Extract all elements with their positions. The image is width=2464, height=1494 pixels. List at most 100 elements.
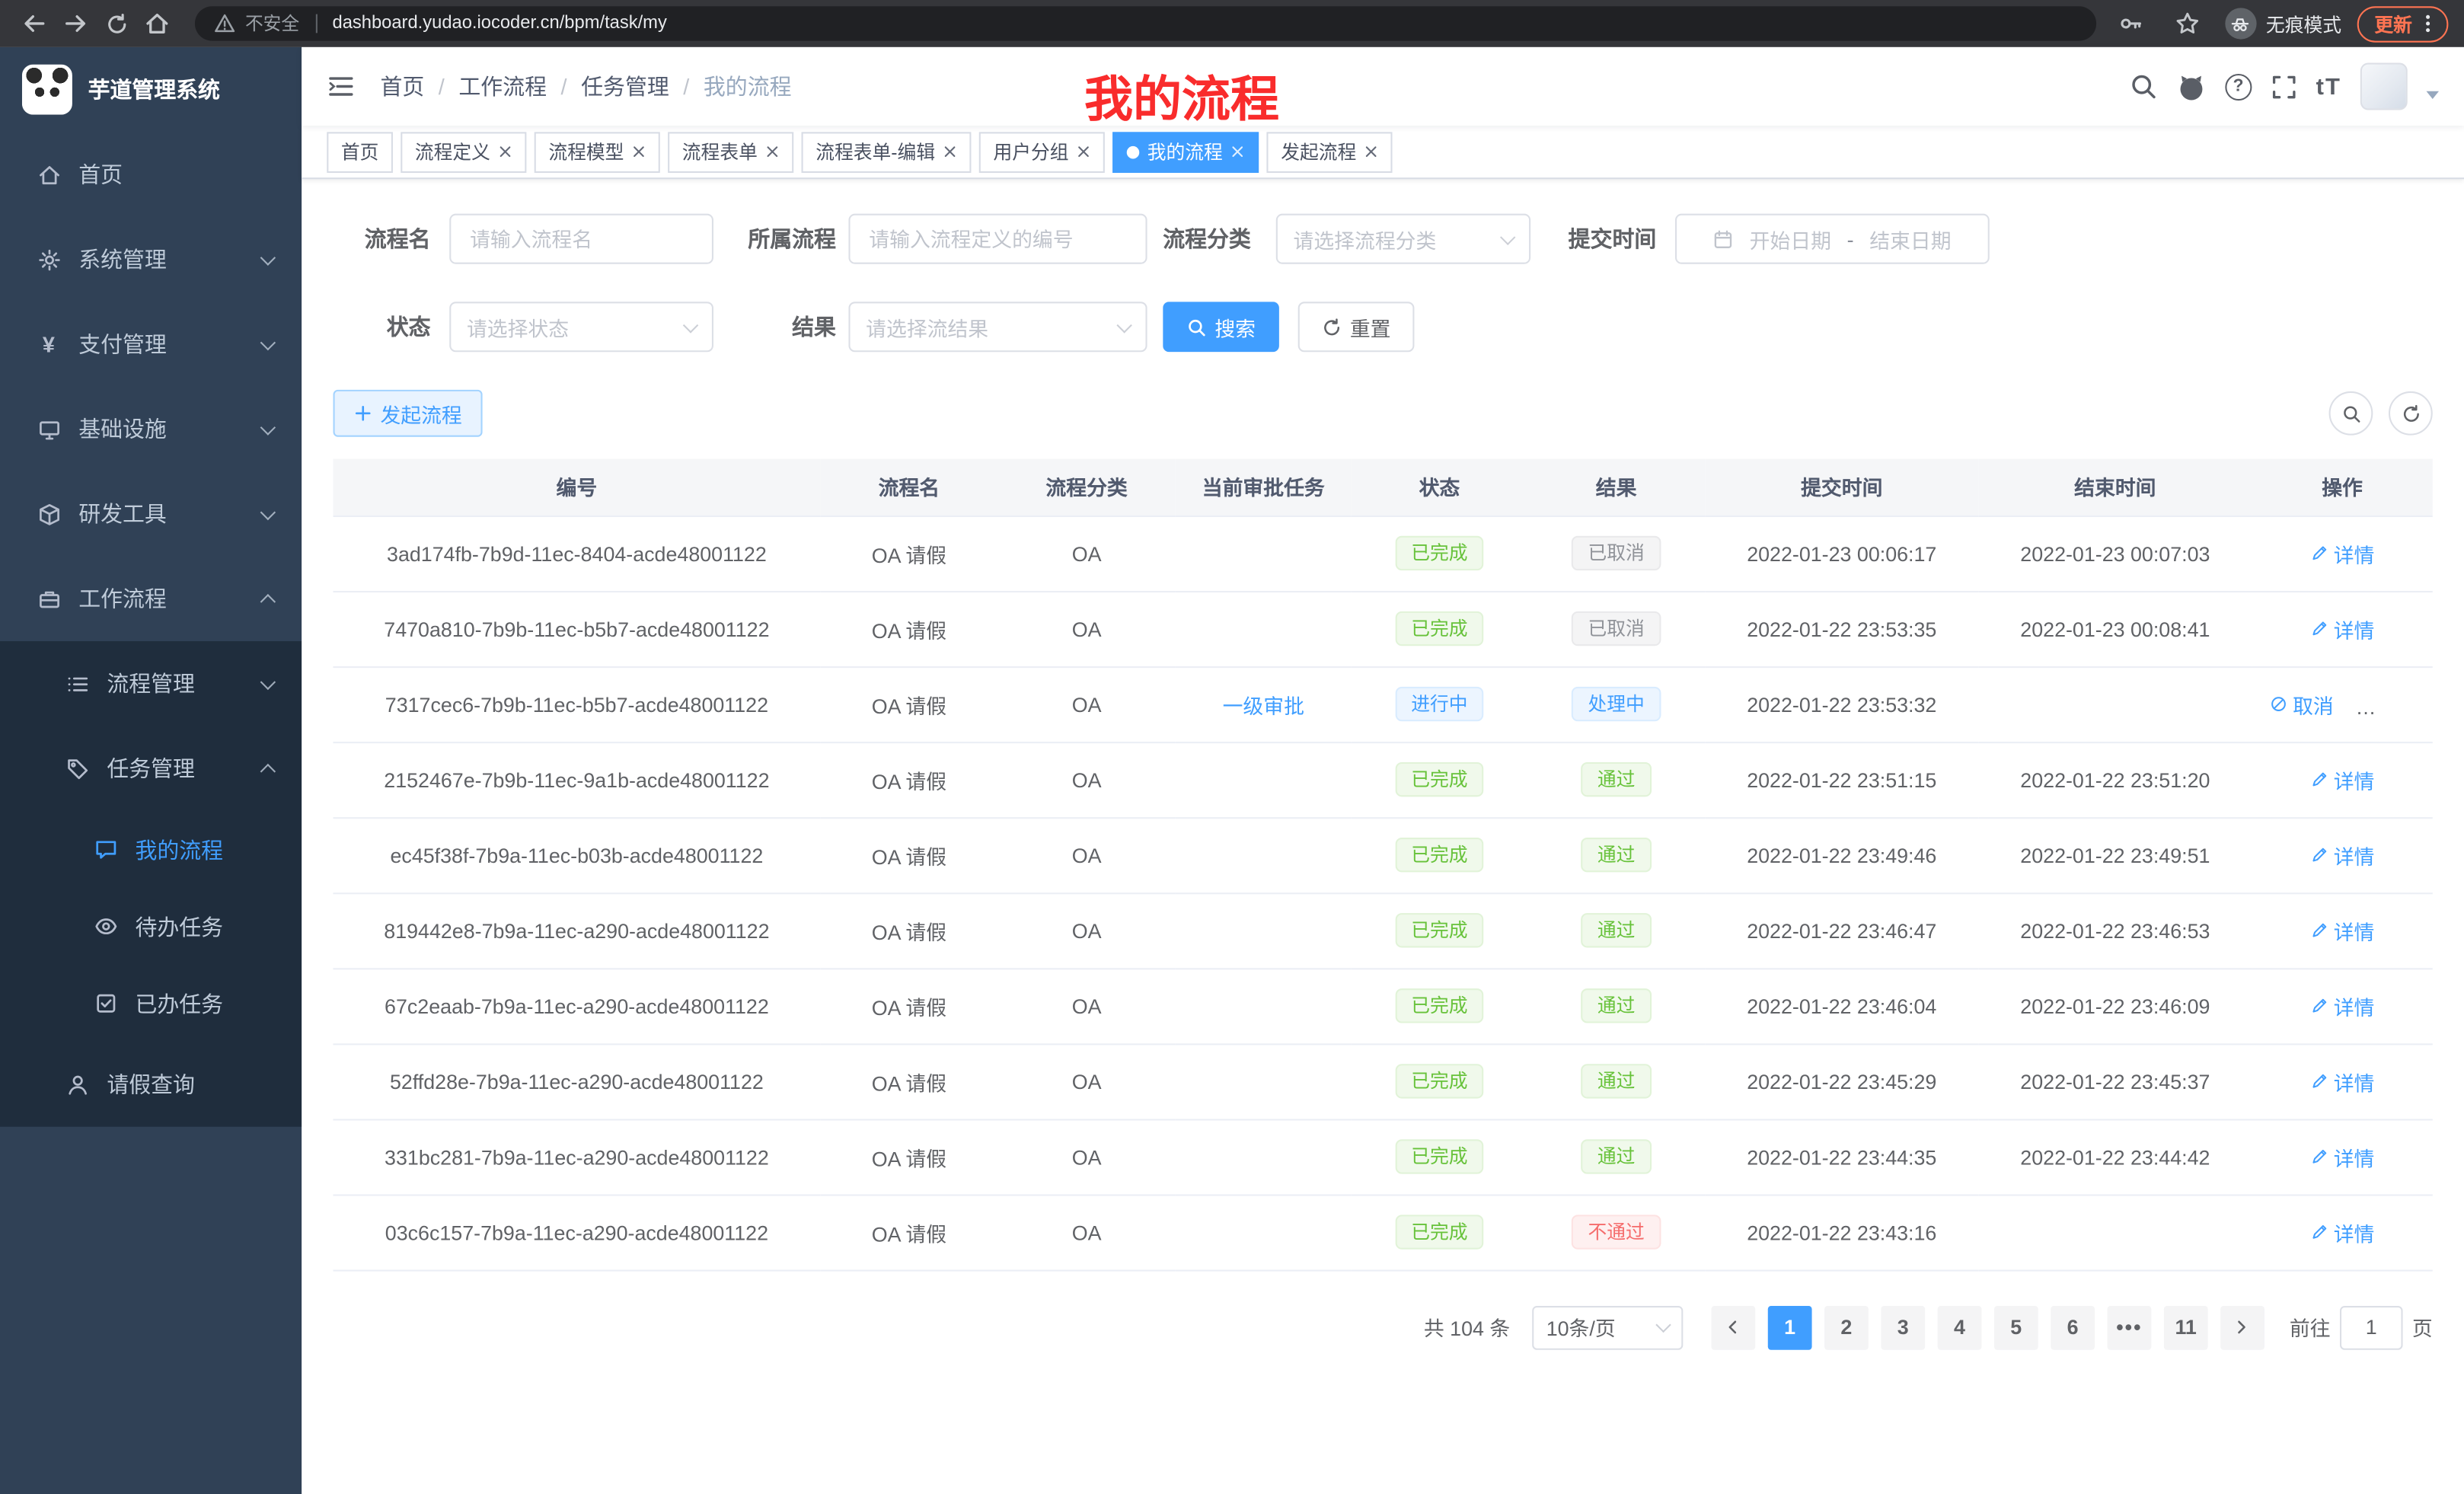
category-select[interactable]: 请选择流程分类 <box>1276 214 1530 264</box>
sidebar-item-devtools[interactable]: 研发工具 <box>0 471 302 556</box>
close-icon[interactable] <box>1077 145 1091 159</box>
sidebar-item-process-mgmt[interactable]: 流程管理 <box>0 641 302 726</box>
sidebar-item-workflow[interactable]: 工作流程 <box>0 557 302 641</box>
tab-process-form-edit[interactable]: 流程表单-编辑 <box>802 131 972 172</box>
reload-icon[interactable] <box>97 5 136 43</box>
caret-down-icon[interactable] <box>2427 91 2440 98</box>
status-select[interactable]: 请选择状态 <box>449 302 713 352</box>
detail-link[interactable]: 详情 <box>2310 614 2375 643</box>
detail-link[interactable]: 详情 <box>2310 991 2375 1020</box>
process-name-input[interactable] <box>449 214 713 264</box>
page-2[interactable]: 2 <box>1824 1305 1869 1349</box>
page-6[interactable]: 6 <box>2051 1305 2095 1349</box>
key-icon[interactable] <box>2112 5 2150 43</box>
tab-start-process[interactable]: 发起流程 <box>1267 131 1393 172</box>
cell-task <box>1176 968 1352 1043</box>
start-process-button[interactable]: 发起流程 <box>334 390 483 437</box>
close-icon[interactable] <box>943 145 957 159</box>
sidebar-item-leave-query[interactable]: 请假查询 <box>0 1042 302 1126</box>
status-tag: 已完成 <box>1396 988 1484 1023</box>
github-icon[interactable] <box>2176 72 2206 101</box>
update-button[interactable]: 更新 <box>2357 5 2449 41</box>
col-result: 结果 <box>1527 459 1705 516</box>
breadcrumb-task-mgmt[interactable]: 任务管理 <box>581 71 669 102</box>
reset-button[interactable]: 重置 <box>1298 302 1415 352</box>
detail-link[interactable]: 详情 <box>2310 1141 2375 1171</box>
table-header-row: 编号 流程名 流程分类 当前审批任务 状态 结果 提交时间 结束时间 操作 <box>334 459 2433 516</box>
cell-id: ec45f38f-7b9a-11ec-b03b-acde48001122 <box>334 817 821 892</box>
sidebar-item-payment[interactable]: ¥ 支付管理 <box>0 302 302 386</box>
table-row: 331bc281-7b9a-11ec-a290-acde48001122 OA … <box>334 1119 2433 1194</box>
cell-end-time: 2022-01-22 23:46:53 <box>1978 892 2252 968</box>
fullscreen-icon[interactable] <box>2271 73 2297 100</box>
tab-process-definition[interactable]: 流程定义 <box>401 131 526 172</box>
font-size-icon[interactable]: tT <box>2316 73 2341 100</box>
current-task-link[interactable]: 一级审批 <box>1223 694 1304 717</box>
detail-link[interactable]: 详情 <box>2310 765 2375 794</box>
sidebar: 芋道管理系统 首页 系统管理 ¥ 支付管 <box>0 47 302 1494</box>
detail-link[interactable]: 详情 <box>2310 1066 2375 1096</box>
close-icon[interactable] <box>765 145 780 159</box>
sidebar-item-system[interactable]: 系统管理 <box>0 217 302 302</box>
tab-my-process[interactable]: 我的流程 <box>1112 131 1259 172</box>
home-icon[interactable] <box>139 5 177 43</box>
close-icon[interactable] <box>632 145 646 159</box>
cell-id: 7317cec6-7b9b-11ec-b5b7-acde48001122 <box>334 666 821 742</box>
cell-category: OA <box>998 1194 1176 1269</box>
menu-fold-icon[interactable] <box>327 72 355 101</box>
tab-home[interactable]: 首页 <box>327 131 393 172</box>
page-4[interactable]: 4 <box>1938 1305 1982 1349</box>
tab-user-group[interactable]: 用户分组 <box>979 131 1105 172</box>
detail-link[interactable]: 详情 <box>2310 840 2375 870</box>
sidebar-item-my-process[interactable]: 我的流程 <box>0 811 302 888</box>
app-logo-link[interactable]: 芋道管理系统 <box>0 47 302 132</box>
cell-task <box>1176 1194 1352 1269</box>
cell-id: 67c2eaab-7b9a-11ec-a290-acde48001122 <box>334 968 821 1043</box>
briefcase-icon <box>34 587 62 611</box>
date-range-picker[interactable]: 开始日期 - 结束日期 <box>1675 214 1990 264</box>
sidebar-item-task-mgmt[interactable]: 任务管理 <box>0 726 302 810</box>
tab-process-form[interactable]: 流程表单 <box>668 131 793 172</box>
search-icon[interactable] <box>2129 72 2157 101</box>
back-icon[interactable] <box>16 5 54 43</box>
process-definition-input[interactable] <box>848 214 1147 264</box>
breadcrumb-home[interactable]: 首页 <box>380 71 424 102</box>
page-3[interactable]: 3 <box>1881 1305 1925 1349</box>
page-5[interactable]: 5 <box>1994 1305 2038 1349</box>
cell-task <box>1176 892 1352 968</box>
tab-process-model[interactable]: 流程模型 <box>535 131 660 172</box>
sidebar-item-infrastructure[interactable]: 基础设施 <box>0 387 302 471</box>
chevron-down-icon <box>260 674 276 689</box>
close-icon[interactable] <box>498 145 512 159</box>
breadcrumb-workflow[interactable]: 工作流程 <box>458 71 547 102</box>
forward-icon[interactable] <box>56 5 94 43</box>
cell-category: OA <box>998 817 1176 892</box>
result-select[interactable]: 请选择流结果 <box>848 302 1147 352</box>
sidebar-item-home[interactable]: 首页 <box>0 132 302 216</box>
refresh-button[interactable] <box>2389 391 2433 436</box>
more-pages-button[interactable]: ••• <box>2107 1305 2151 1349</box>
close-icon[interactable] <box>1230 145 1245 159</box>
page-11[interactable]: 11 <box>2164 1305 2208 1349</box>
help-icon[interactable]: ? <box>2225 73 2252 100</box>
detail-link[interactable]: 详情 <box>2310 538 2375 568</box>
sidebar-item-done-task[interactable]: 已办任务 <box>0 965 302 1042</box>
detail-link[interactable]: 详情 <box>2310 1217 2375 1247</box>
next-page-button[interactable] <box>2220 1305 2265 1349</box>
page-size-select[interactable]: 10条/页 <box>1532 1305 1683 1349</box>
detail-link[interactable]: 详情 <box>2310 915 2375 945</box>
toggle-search-button[interactable] <box>2329 391 2373 436</box>
cancel-link[interactable]: 取消 <box>2269 689 2334 719</box>
address-bar[interactable]: 不安全 dashboard.yudao.iocoder.cn/bpm/task/… <box>195 6 2096 40</box>
prev-page-button[interactable] <box>1711 1305 1755 1349</box>
goto-page-input[interactable] <box>2340 1305 2403 1349</box>
browser-menu-icon[interactable] <box>2417 13 2439 35</box>
avatar[interactable] <box>2360 63 2408 110</box>
page-1[interactable]: 1 <box>1768 1305 1812 1349</box>
sidebar-item-todo-task[interactable]: 待办任务 <box>0 888 302 965</box>
result-tag: 通过 <box>1581 1064 1651 1098</box>
search-button[interactable]: 搜索 <box>1163 302 1279 352</box>
close-icon[interactable] <box>1364 145 1379 159</box>
bookmark-star-icon[interactable] <box>2169 5 2207 43</box>
incognito-badge[interactable]: 无痕模式 <box>2225 8 2341 39</box>
